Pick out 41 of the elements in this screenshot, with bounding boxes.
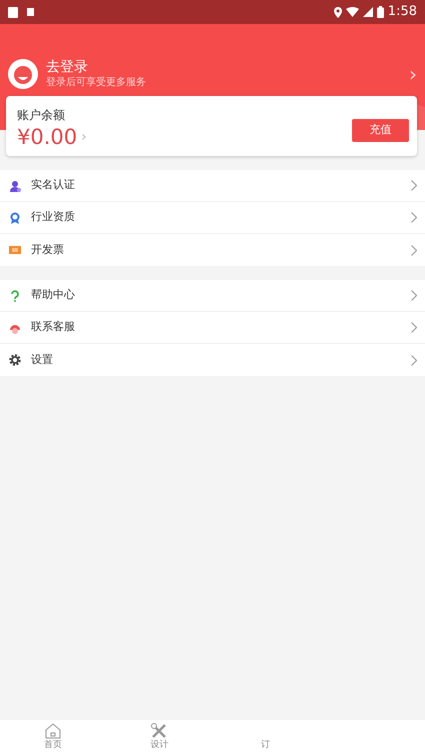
- gear-icon: [9, 354, 21, 366]
- tab-item[interactable]: 订: [212, 720, 319, 756]
- menu-label: 实名认证: [31, 177, 75, 194]
- menu-label: 帮助中心: [31, 287, 75, 304]
- menu-label: 联系客服: [31, 319, 75, 336]
- person-icon: [9, 180, 21, 192]
- ribbon-icon: [9, 212, 21, 224]
- balance-amount[interactable]: ¥0.00: [17, 124, 78, 150]
- menu-item[interactable]: 实名认证: [0, 170, 425, 202]
- status-time: 1:58: [388, 3, 417, 22]
- menu-label: 设置: [31, 352, 53, 368]
- chevron-icon: [411, 354, 417, 366]
- home-icon: [44, 722, 62, 738]
- battery-icon: [376, 6, 384, 18]
- ticket-icon: [9, 244, 21, 256]
- wifi-icon: [346, 7, 359, 17]
- location-icon: [334, 6, 342, 18]
- menu-item[interactable]: 行业资质: [0, 202, 425, 234]
- avatar-icon[interactable]: [8, 58, 38, 88]
- login-hint: 登录后可享受更多服务: [46, 76, 146, 89]
- menu-item[interactable]: 联系客服: [0, 312, 425, 344]
- menu-item[interactable]: 设置: [0, 344, 425, 376]
- menu-label: 开发票: [31, 242, 64, 258]
- chevron-icon: [411, 244, 417, 256]
- login-link[interactable]: 去登录: [46, 58, 146, 76]
- chevron-icon: [411, 212, 417, 223]
- menu-item[interactable]: 帮助中心: [0, 280, 425, 312]
- balance-label: 账户余额: [17, 107, 66, 124]
- tab-item[interactable]: 首页: [0, 720, 106, 756]
- app-icon: [27, 8, 34, 16]
- notification-icon: [8, 6, 18, 18]
- signal-icon: [362, 7, 373, 17]
- chevron-icon: [411, 322, 417, 333]
- question-icon: [9, 290, 21, 302]
- menu-item[interactable]: 开发票: [0, 234, 425, 266]
- top-up-button[interactable]: 充值: [352, 118, 409, 142]
- chevron-icon: [411, 290, 417, 301]
- tab-item[interactable]: 设计: [106, 720, 212, 756]
- menu-label: 行业资质: [31, 209, 75, 226]
- chevron-icon[interactable]: ›: [409, 64, 417, 84]
- chevron-icon: [411, 180, 417, 191]
